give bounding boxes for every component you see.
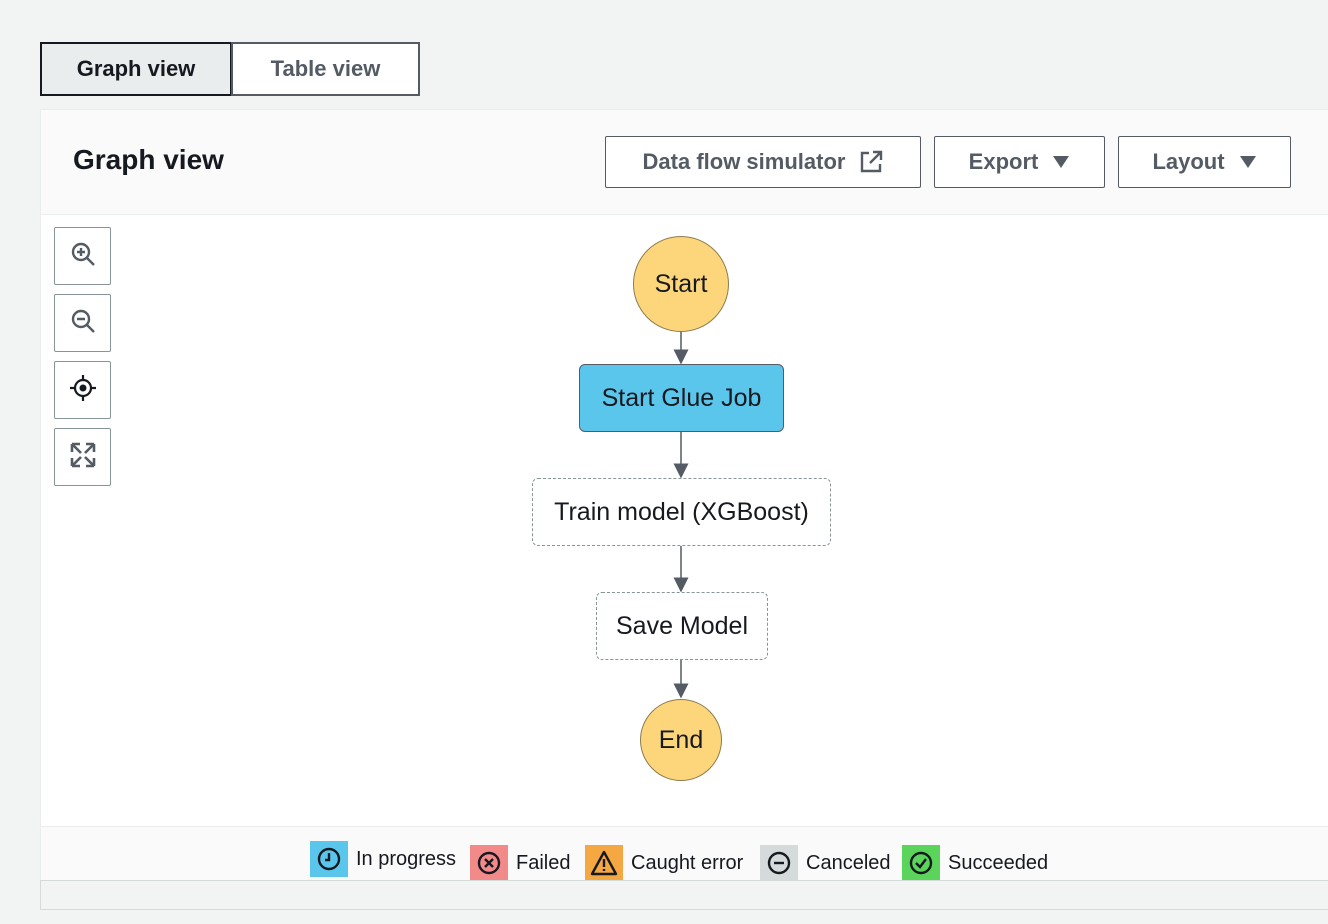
caret-down-icon: [1052, 155, 1070, 169]
clock-icon: [310, 841, 348, 877]
minus-circle-icon: [760, 845, 798, 880]
layout-button[interactable]: Layout: [1118, 136, 1291, 188]
legend-in-progress: In progress: [310, 841, 456, 877]
export-label: Export: [968, 149, 1039, 174]
tab-table-view[interactable]: Table view: [231, 42, 420, 96]
zoom-out-button[interactable]: [54, 294, 111, 352]
center-icon: [69, 374, 97, 407]
zoom-out-icon: [70, 308, 96, 339]
tab-graph-view[interactable]: Graph view: [40, 42, 232, 96]
zoom-in-icon: [70, 241, 96, 272]
status-legend: In progress Failed Caught error Canceled…: [41, 826, 1328, 880]
node-start-label: Start: [654, 269, 708, 298]
center-button[interactable]: [54, 361, 111, 419]
legend-caught-error: Caught error: [585, 845, 744, 880]
node-train-model[interactable]: Train model (XGBoost): [532, 478, 831, 546]
export-button[interactable]: Export: [934, 136, 1105, 188]
fit-screen-icon: [70, 442, 96, 473]
data-flow-simulator-button[interactable]: Data flow simulator: [605, 136, 921, 188]
check-circle-icon: [902, 845, 940, 880]
zoom-in-button[interactable]: [54, 227, 111, 285]
view-tabs: Graph view Table view: [40, 42, 420, 96]
legend-label: Failed: [516, 851, 571, 874]
node-start-glue-job[interactable]: Start Glue Job: [579, 364, 784, 432]
node-end[interactable]: End: [640, 699, 722, 781]
data-flow-simulator-label: Data flow simulator: [642, 149, 846, 174]
legend-succeeded: Succeeded: [902, 845, 1049, 880]
x-circle-icon: [470, 845, 508, 880]
legend-label: Succeeded: [948, 851, 1049, 874]
node-start-glue-job-label: Start Glue Job: [601, 383, 762, 412]
node-start[interactable]: Start: [633, 236, 729, 332]
panel-title: Graph view: [73, 144, 224, 175]
node-save-model-label: Save Model: [615, 611, 749, 640]
legend-label: Caught error: [631, 851, 744, 874]
caret-down-icon: [1239, 155, 1257, 169]
fit-screen-button[interactable]: [54, 428, 111, 486]
external-link-icon: [859, 150, 883, 174]
legend-label: Canceled: [806, 851, 891, 874]
warning-icon: [585, 845, 623, 880]
layout-label: Layout: [1152, 149, 1225, 174]
node-train-model-label: Train model (XGBoost): [554, 497, 809, 526]
horizontal-scrollbar[interactable]: [40, 880, 1328, 910]
node-end-label: End: [658, 725, 704, 754]
legend-canceled: Canceled: [760, 845, 891, 880]
legend-label: In progress: [356, 847, 457, 870]
panel-header: Graph view Data flow simulator Export La…: [41, 110, 1328, 215]
legend-failed: Failed: [470, 845, 571, 880]
node-save-model[interactable]: Save Model: [596, 592, 768, 660]
graph-panel: Graph view Data flow simulator Export La…: [40, 109, 1328, 881]
